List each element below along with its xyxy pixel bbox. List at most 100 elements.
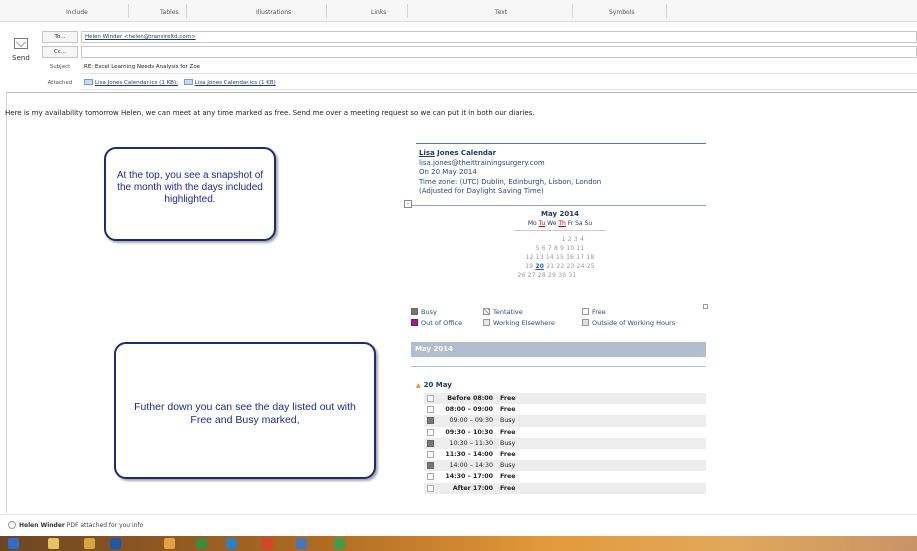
ribbon-separator (666, 4, 667, 18)
slot-status: Free (500, 450, 516, 458)
media-icon[interactable] (110, 538, 121, 549)
legend-label: Tentative (493, 308, 523, 316)
skype-icon[interactable] (226, 538, 237, 549)
free-indicator-icon (427, 406, 434, 414)
free-indicator-icon (427, 395, 434, 402)
calendar-owner-first-name: Lisa (419, 149, 435, 157)
ribbon-group-text: Text (495, 9, 508, 16)
ribbon-separator (572, 4, 573, 18)
calendar-owner-rest: Jones Calendar (434, 149, 497, 157)
days-21-25: 21 22 23 24 25 (546, 263, 595, 270)
status-text: PDF attached for you info (64, 522, 144, 529)
attachment-item[interactable]: Lisa Jones Calendar.ics (1 KB); (95, 80, 178, 86)
busy-indicator-icon (427, 462, 434, 470)
weekday-label: Fr (567, 220, 574, 227)
ribbon-separator (128, 4, 129, 18)
callout-day-listing: Futher down you can see the day listed o… (114, 342, 376, 479)
attachments-field: Lisa Jones Calendar.ics (1 KB); Lisa Jon… (81, 78, 917, 90)
slot-time: 14:00 – 14:30 (449, 462, 493, 470)
free-indicator-icon (427, 484, 434, 492)
slot-time: After 17:00 (452, 484, 493, 492)
send-label: Send (12, 54, 30, 62)
legend-label: Working Elsewhere (493, 319, 555, 327)
cc-button[interactable]: Cc... (42, 46, 78, 58)
time-slot-row: 14:30 – 17:00 Free (424, 471, 706, 482)
folder-icon[interactable] (48, 538, 59, 549)
slot-status: Free (500, 395, 516, 402)
ribbon-group-tables: Tables (160, 9, 179, 16)
month-divider (411, 366, 706, 367)
legend-out-of-office: Out of Office (411, 319, 462, 327)
time-slot-row: 08:00 – 09:00 Free (424, 404, 706, 415)
message-text: Here is my availability tomorrow Helen, … (5, 109, 535, 117)
time-slot-row: Before 08:00 Free (424, 393, 706, 405)
slot-time: 09:30 – 10:30 (445, 428, 493, 436)
send-button[interactable]: Send (6, 34, 36, 72)
calendar-date: On 20 May 2014 (419, 168, 477, 176)
excel-icon[interactable] (296, 538, 307, 549)
mini-month-rule (514, 230, 606, 231)
mini-month-week: 19 20 21 22 23 24 25 (506, 262, 614, 271)
firefox-icon[interactable] (196, 538, 207, 549)
weekday-label: Sa (575, 220, 583, 227)
weekday-label: Su (584, 220, 593, 227)
tentative-swatch (483, 308, 490, 315)
free-swatch (582, 308, 589, 315)
ribbon-group-include: Include (66, 9, 88, 16)
chrome-icon[interactable] (164, 538, 175, 549)
slot-status: Free (500, 484, 516, 492)
status-person-name: Helen Winder (19, 522, 65, 529)
mini-month-week: 12 13 14 15 16 17 18 (525, 254, 595, 261)
slot-status: Free (500, 473, 516, 481)
app-icon[interactable] (334, 538, 345, 549)
working-elsewhere-swatch (483, 319, 490, 326)
calendar-section-rule (412, 205, 706, 206)
slot-time: 14:30 – 17:00 (445, 473, 493, 481)
weekday-label-highlighted: Tu (538, 220, 546, 227)
slot-status: Busy (500, 417, 516, 425)
mini-month-title: May 2014 (541, 210, 579, 218)
attachment-item[interactable]: Lisa Jones Calendar.ics (1 KB) (195, 80, 276, 86)
calendar-file-icon (84, 79, 93, 85)
to-button[interactable]: To... (42, 31, 78, 43)
to-field[interactable]: Helen Winder <helen@transireltd.com> (81, 31, 917, 43)
cc-field[interactable] (81, 46, 917, 58)
collapse-toggle-icon[interactable]: - (404, 200, 412, 208)
taskbar (0, 536, 917, 551)
calendar-timezone: Time zone: (UTC) Dublin, Edinburgh, Lisb… (419, 177, 602, 186)
legend-free: Free (582, 308, 606, 316)
time-slot-row: 11:30 – 14:00 Free (424, 449, 706, 460)
legend-tentative: Tentative (483, 308, 523, 316)
expand-triangle-icon: ▲ (416, 382, 421, 389)
out-of-office-swatch (411, 319, 418, 326)
subject-label: Subject (49, 64, 71, 70)
slot-status: Free (500, 406, 516, 414)
ribbon: Include Tables Illustrations Links Text … (0, 0, 917, 22)
subject-field[interactable]: RE: Excel Learning Needs Analysis for Zo… (81, 62, 917, 74)
slot-status: Busy (500, 462, 516, 470)
mini-month-weekdays: Mo Tu We Th Fr Sa Su (506, 220, 614, 227)
slot-status: Free (500, 428, 516, 436)
busy-indicator-icon (427, 439, 434, 447)
free-indicator-icon (427, 473, 434, 481)
resize-handle (703, 304, 708, 309)
slot-time: 09:00 – 09:30 (449, 417, 493, 425)
legend-label: Out of Office (421, 319, 463, 327)
slot-time: 08:00 – 09:00 (445, 406, 493, 414)
free-indicator-icon (427, 450, 434, 458)
word-icon[interactable] (262, 538, 273, 549)
ribbon-group-illustrations: Illustrations (256, 9, 292, 16)
selected-day: 20 (535, 263, 545, 270)
people-pane-bar: Helen Winder PDF attached for you info (0, 514, 917, 536)
day-header[interactable]: ▲ 20 May (416, 381, 452, 389)
ribbon-separator (407, 4, 408, 18)
month-bar: May 2014 (411, 342, 706, 357)
outlook-icon[interactable] (84, 538, 95, 549)
time-slot-row: 09:30 – 10:30 Free (424, 427, 706, 438)
time-slot-row: After 17:00 Free (424, 482, 706, 494)
envelope-icon (14, 38, 28, 49)
slot-time: 11:30 – 14:00 (445, 450, 493, 458)
busy-indicator-icon (427, 417, 434, 425)
ie-icon[interactable] (8, 538, 19, 549)
busy-swatch (411, 308, 418, 315)
